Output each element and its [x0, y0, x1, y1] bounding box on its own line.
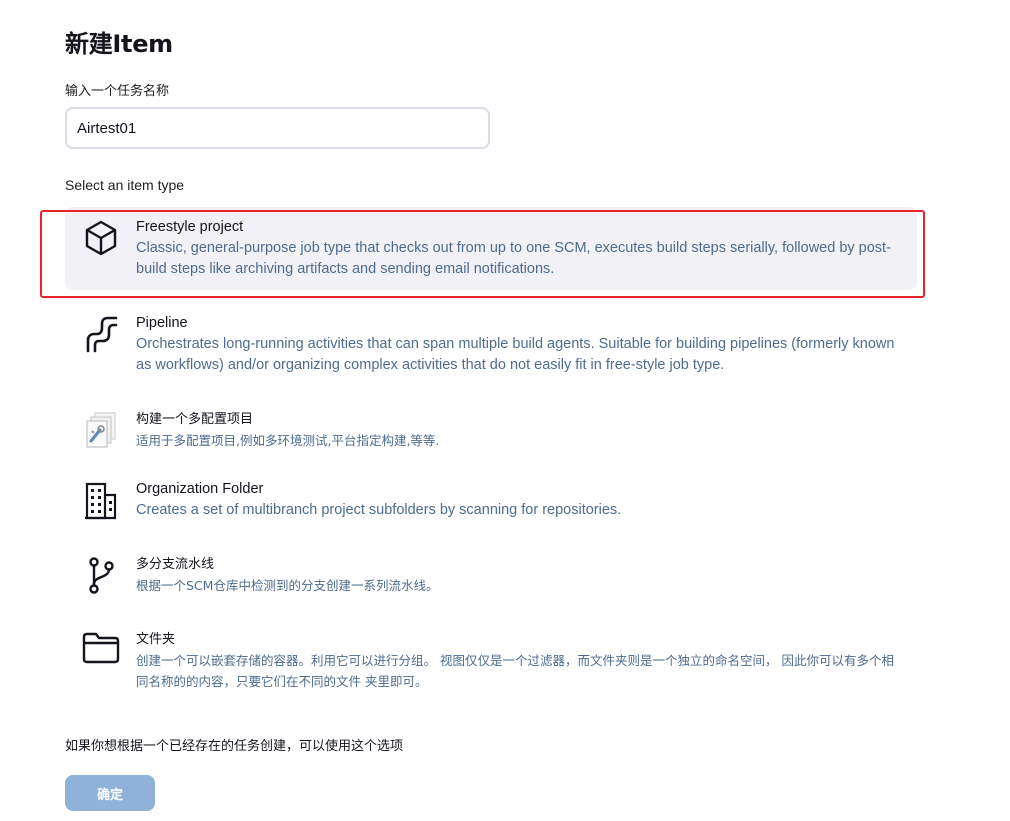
item-title: 构建一个多配置项目: [136, 412, 254, 427]
multi-config-icon: [82, 411, 120, 451]
item-name-input[interactable]: [65, 107, 490, 149]
item-type-freestyle[interactable]: Freestyle project Classic, general-purpo…: [65, 207, 917, 290]
pipeline-icon: [82, 315, 120, 355]
item-description: 适用于多配置项目,例如多环境测试,平台指定构建,等等.: [136, 433, 440, 448]
item-description: Classic, general-purpose job type that c…: [136, 240, 891, 277]
item-description: 创建一个可以嵌套存储的容器。利用它可以进行分组。 视图仅仅是一个过滤器，而文件夹…: [136, 653, 894, 689]
item-type-folder[interactable]: 文件夹 创建一个可以嵌套存储的容器。利用它可以进行分组。 视图仅仅是一个过滤器，…: [65, 619, 917, 702]
item-type-multi-config[interactable]: 构建一个多配置项目 适用于多配置项目,例如多环境测试,平台指定构建,等等.: [65, 399, 917, 461]
item-type-label: Select an item type: [65, 177, 185, 193]
ok-button[interactable]: 确定: [65, 775, 155, 811]
item-description: Creates a set of multibranch project sub…: [136, 502, 622, 518]
branch-icon: [82, 556, 120, 596]
folder-icon: [82, 631, 120, 671]
item-type-pipeline[interactable]: Pipeline Orchestrates long-running activ…: [65, 303, 917, 386]
item-title: Pipeline: [136, 315, 188, 331]
copy-from-label: 如果你想根据一个已经存在的任务创建，可以使用这个选项: [65, 739, 404, 754]
page-title: 新建Item: [65, 30, 173, 58]
cube-icon: [82, 219, 120, 259]
item-type-multibranch-pipeline[interactable]: 多分支流水线 根据一个SCM仓库中检测到的分支创建一系列流水线。: [65, 544, 917, 606]
item-description: Orchestrates long-running activities tha…: [136, 336, 895, 373]
item-title: 多分支流水线: [136, 557, 215, 572]
item-type-organization-folder[interactable]: Organization Folder Creates a set of mul…: [65, 469, 917, 531]
building-icon: [82, 481, 120, 521]
item-name-label: 输入一个任务名称: [65, 84, 170, 99]
item-title: Organization Folder: [136, 481, 264, 497]
item-title: Freestyle project: [136, 219, 244, 235]
item-description: 根据一个SCM仓库中检测到的分支创建一系列流水线。: [136, 578, 439, 593]
item-title: 文件夹: [136, 632, 176, 647]
